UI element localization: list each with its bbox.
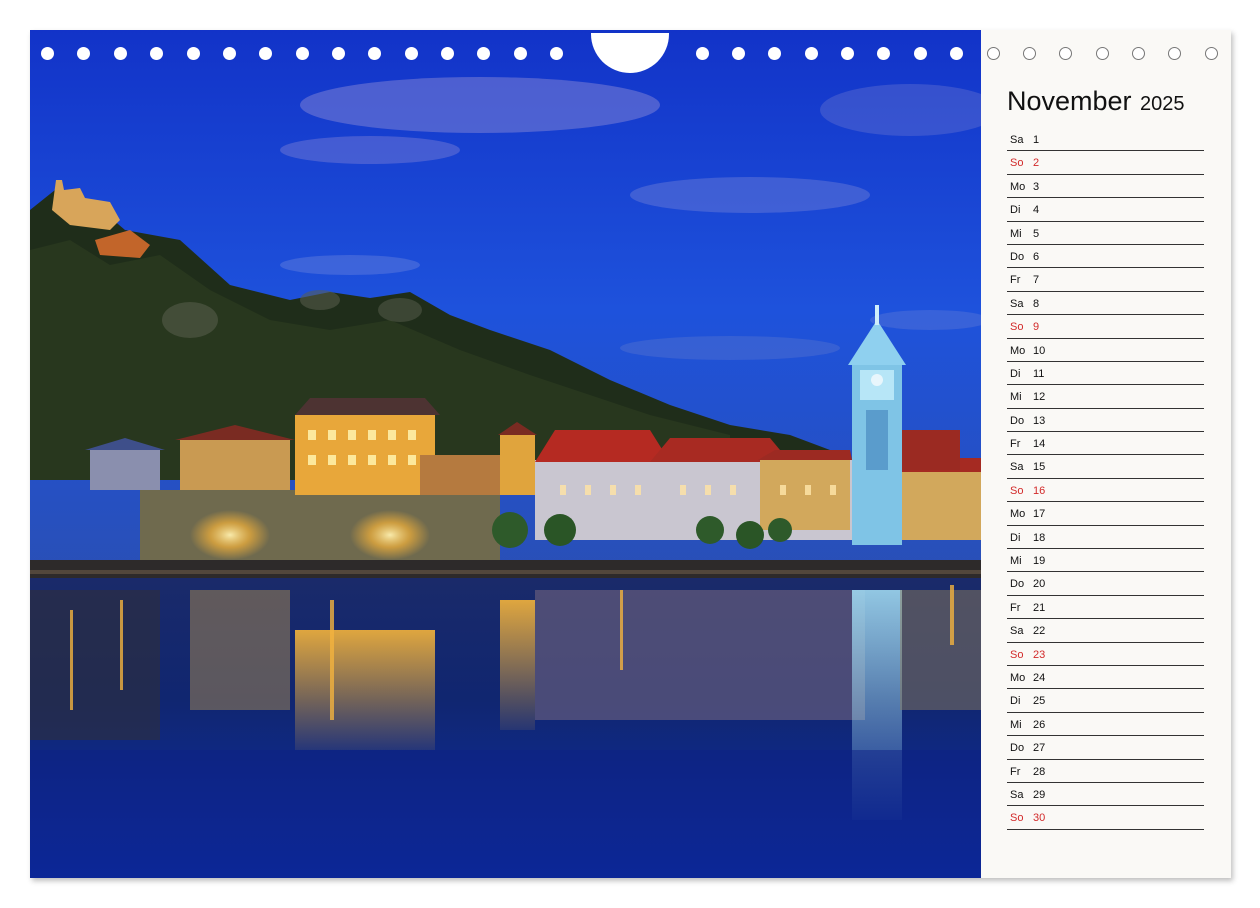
day-number: 12 [1033, 391, 1046, 404]
weekday-label: So [1010, 321, 1024, 334]
day-row: So 2 [1007, 151, 1204, 175]
day-row: Di 4 [1007, 198, 1204, 222]
landscape-photo [30, 30, 981, 878]
day-number: 8 [1033, 297, 1040, 310]
weekday-label: Sa [1010, 461, 1024, 474]
day-number: 23 [1033, 648, 1046, 661]
weekday-label: Sa [1010, 788, 1024, 801]
day-row: Do 20 [1007, 572, 1204, 596]
calendar-sidebar: November 2025 Sa 1 So 2 Mo 3 Di 4 Mi 5 Do 6 Fr 7 Sa 8 So… [981, 30, 1231, 878]
weekday-label: Do [1010, 742, 1025, 755]
day-number: 5 [1033, 227, 1040, 240]
day-row: Fr 7 [1007, 268, 1204, 292]
weekday-label: Mo [1010, 508, 1026, 521]
weekday-label: Mo [1010, 180, 1026, 193]
day-row: So 9 [1007, 315, 1204, 339]
weekday-label: Di [1010, 531, 1021, 544]
weekday-label: Fr [1010, 765, 1021, 778]
day-number: 7 [1033, 274, 1040, 287]
day-number: 29 [1033, 788, 1046, 801]
day-row: Sa 29 [1007, 783, 1204, 807]
weekday-label: Di [1010, 695, 1021, 708]
day-row: Fr 14 [1007, 432, 1204, 456]
day-row: Mo 3 [1007, 175, 1204, 199]
weekday-label: Di [1010, 204, 1021, 217]
day-row: Sa 8 [1007, 292, 1204, 316]
day-row: Sa 22 [1007, 619, 1204, 643]
day-number: 3 [1033, 180, 1040, 193]
day-row: Mi 26 [1007, 713, 1204, 737]
day-number: 14 [1033, 438, 1046, 451]
day-list: Sa 1 So 2 Mo 3 Di 4 Mi 5 Do 6 Fr 7 Sa 8 So 9 Mo 10 Di 11 Mi 12 D… [1007, 128, 1204, 830]
day-row: Di 11 [1007, 362, 1204, 386]
weekday-label: Sa [1010, 134, 1024, 146]
weekday-label: Mi [1010, 391, 1022, 404]
day-number: 28 [1033, 765, 1046, 778]
weekday-label: So [1010, 812, 1024, 825]
day-number: 27 [1033, 742, 1046, 755]
day-number: 15 [1033, 461, 1046, 474]
day-row: Do 27 [1007, 736, 1204, 760]
day-number: 21 [1033, 601, 1046, 614]
weekday-label: Mi [1010, 718, 1022, 731]
month-name: November [1007, 86, 1132, 116]
day-row: So 16 [1007, 479, 1204, 503]
calendar-title: November 2025 [1007, 86, 1185, 117]
day-number: 6 [1033, 250, 1040, 263]
day-row: So 30 [1007, 806, 1204, 830]
day-number: 11 [1033, 367, 1045, 380]
weekday-label: Mi [1010, 227, 1022, 240]
weekday-label: Fr [1010, 438, 1021, 451]
weekday-label: Fr [1010, 601, 1021, 614]
day-row: Do 6 [1007, 245, 1204, 269]
weekday-label: Di [1010, 367, 1021, 380]
day-number: 17 [1033, 508, 1046, 521]
photo-illustration [30, 30, 981, 878]
day-row: Sa 1 [1007, 128, 1204, 152]
weekday-label: So [1010, 484, 1024, 497]
day-number: 4 [1033, 204, 1040, 217]
weekday-label: So [1010, 157, 1024, 170]
day-number: 30 [1033, 812, 1046, 825]
weekday-label: Mi [1010, 555, 1022, 568]
day-number: 19 [1033, 555, 1046, 568]
day-number: 20 [1033, 578, 1046, 591]
day-row: Do 13 [1007, 409, 1204, 433]
weekday-label: Mo [1010, 671, 1026, 684]
day-row: Mo 17 [1007, 502, 1204, 526]
day-number: 16 [1033, 484, 1046, 497]
day-row: Di 18 [1007, 526, 1204, 550]
day-row: Mi 5 [1007, 222, 1204, 245]
weekday-label: Do [1010, 578, 1025, 591]
day-number: 10 [1033, 344, 1046, 357]
day-row: Mo 10 [1007, 339, 1204, 362]
weekday-label: Sa [1010, 297, 1024, 310]
day-number: 25 [1033, 695, 1046, 708]
day-number: 13 [1033, 414, 1046, 427]
weekday-label: Do [1010, 414, 1025, 427]
day-row: Mi 12 [1007, 385, 1204, 409]
day-row: So 23 [1007, 643, 1204, 666]
day-number: 24 [1033, 671, 1046, 684]
day-number: 18 [1033, 531, 1046, 544]
weekday-label: Mo [1010, 344, 1026, 357]
calendar-page: November 2025 Sa 1 So 2 Mo 3 Di 4 Mi 5 Do 6 Fr 7 Sa 8 So… [30, 30, 1231, 878]
day-row: Mo 24 [1007, 666, 1204, 690]
day-number: 2 [1033, 157, 1040, 170]
day-number: 1 [1033, 134, 1040, 146]
weekday-label: Sa [1010, 625, 1024, 638]
day-number: 22 [1033, 625, 1046, 638]
day-row: Fr 28 [1007, 760, 1204, 783]
day-number: 9 [1033, 321, 1040, 334]
day-row: Fr 21 [1007, 596, 1204, 620]
day-row: Di 25 [1007, 689, 1204, 713]
year-label: 2025 [1140, 93, 1185, 115]
weekday-label: Do [1010, 250, 1025, 263]
weekday-label: Fr [1010, 274, 1021, 287]
day-row: Mi 19 [1007, 549, 1204, 573]
day-number: 26 [1033, 718, 1046, 731]
weekday-label: So [1010, 648, 1024, 661]
day-row: Sa 15 [1007, 455, 1204, 479]
